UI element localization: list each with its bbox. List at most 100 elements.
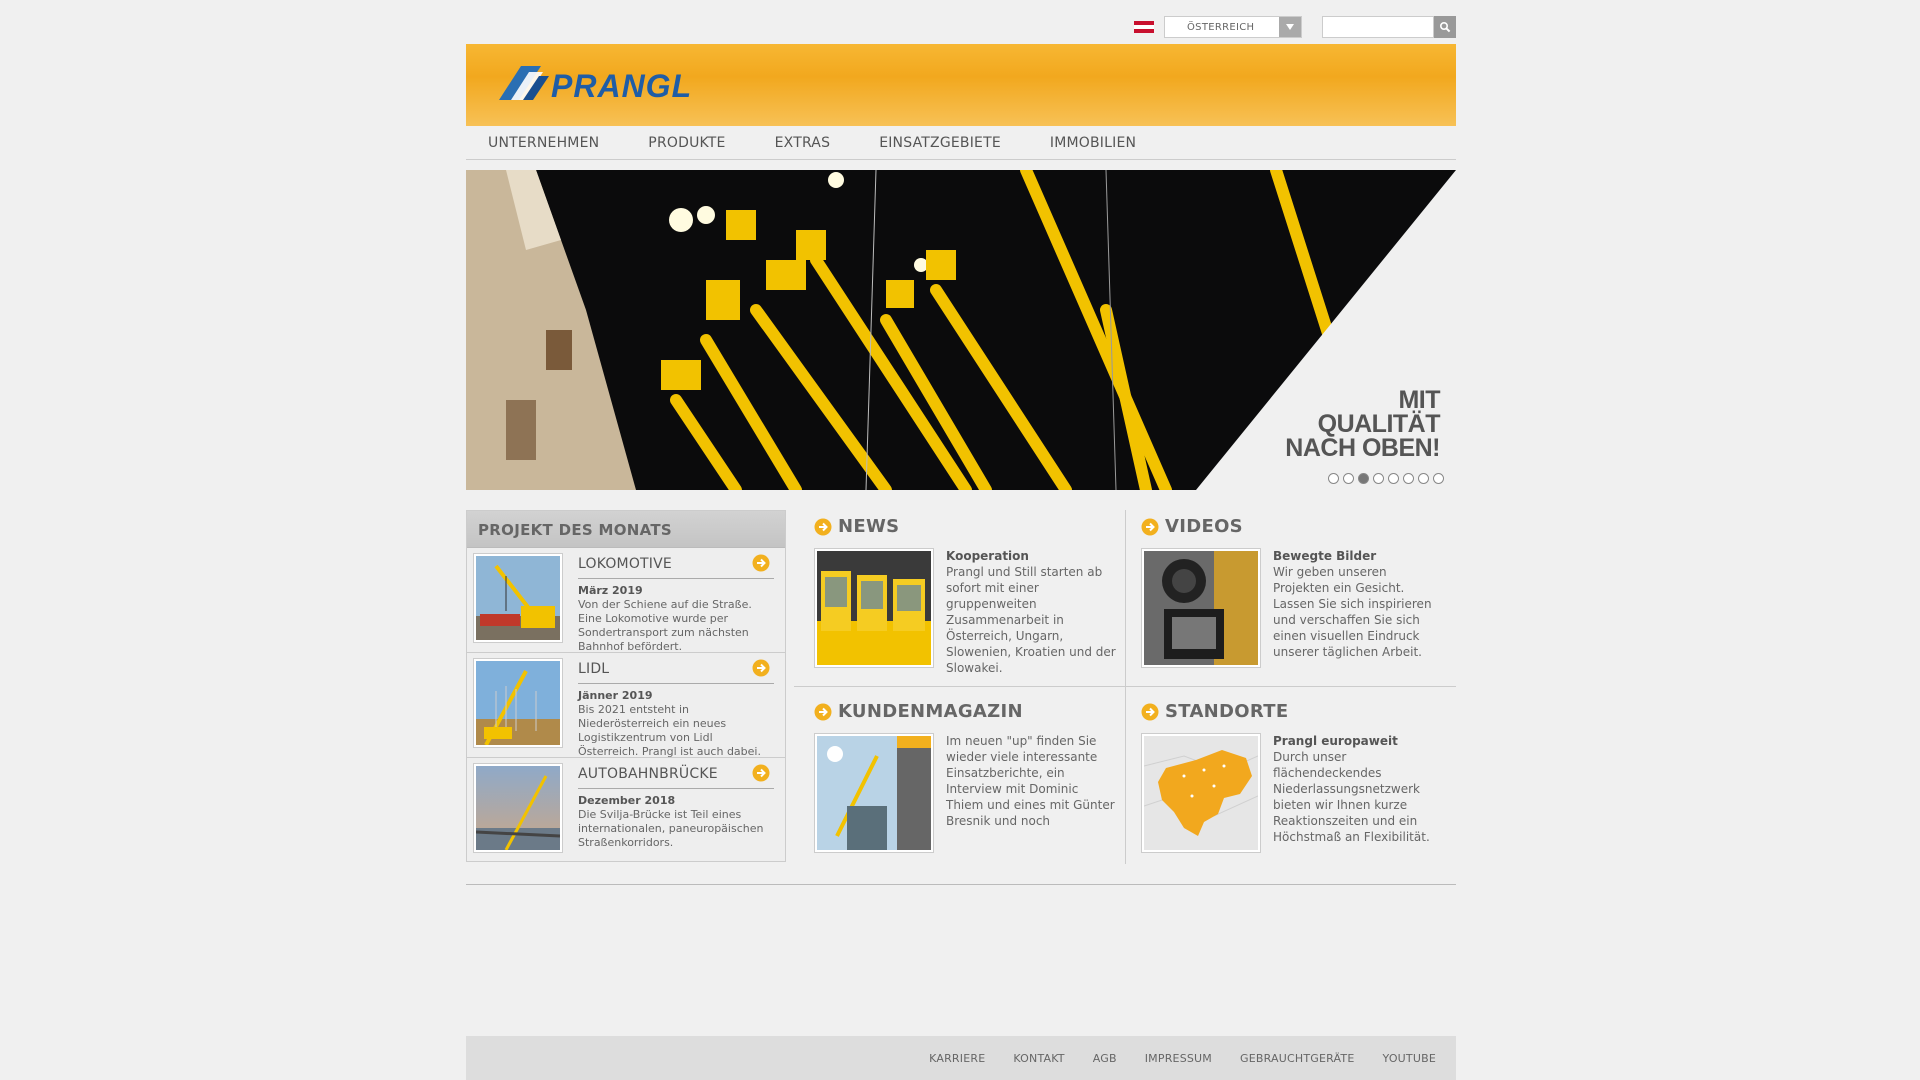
standorte-thumbnail[interactable] bbox=[1141, 733, 1261, 853]
slider-pagination bbox=[1328, 473, 1444, 484]
search-button[interactable] bbox=[1434, 16, 1456, 38]
slider-dot[interactable] bbox=[1388, 473, 1399, 484]
nav-item-einsatzgebiete[interactable]: EINSATZGEBIETE bbox=[879, 135, 1001, 151]
main-nav: UNTERNEHMEN PRODUKTE EXTRAS EINSATZGEBIE… bbox=[466, 126, 1456, 160]
nav-item-extras[interactable]: EXTRAS bbox=[775, 135, 831, 151]
videos-heading-label: VIDEOS bbox=[1165, 516, 1243, 537]
slider-dot[interactable] bbox=[1373, 473, 1384, 484]
videos-thumbnail[interactable] bbox=[1141, 548, 1261, 668]
footer-link-kontakt[interactable]: KONTAKT bbox=[1013, 1052, 1064, 1065]
lidl-image bbox=[476, 661, 560, 746]
projekt-thumbnail[interactable] bbox=[473, 763, 563, 853]
projekt-item-text: Von der Schiene auf die Straße. Eine Lok… bbox=[578, 598, 752, 653]
standorte-title[interactable]: Prangl europaweit bbox=[1273, 733, 1443, 749]
projekt-item-text: Die Svilja-Brücke ist Teil eines interna… bbox=[578, 808, 764, 849]
projekt-item[interactable]: AUTOBAHNBRÜCKE Dezember 2018 Die Svilja-… bbox=[467, 758, 785, 863]
projekt-item[interactable]: LOKOMOTIVE März 2019 Von der Schiene auf… bbox=[467, 548, 785, 653]
logo-mark-icon: PRANGL bbox=[499, 66, 692, 104]
slider-dot[interactable] bbox=[1328, 473, 1339, 484]
projekt-item[interactable]: LIDL Jänner 2019 Bis 2021 entsteht in Ni… bbox=[467, 653, 785, 758]
projekt-thumbnail[interactable] bbox=[473, 553, 563, 643]
teaser-grid: NEWS Kooperation Prangl und Still starte… bbox=[794, 510, 1456, 865]
arrow-right-icon[interactable] bbox=[752, 554, 770, 572]
videos-heading[interactable]: VIDEOS bbox=[1141, 516, 1243, 537]
videos-text: Bewegte Bilder Wir geben unseren Projekt… bbox=[1273, 548, 1443, 660]
slider-dot[interactable] bbox=[1403, 473, 1414, 484]
kundenmagazin-body: Im neuen "up" finden Sie wieder viele in… bbox=[946, 734, 1115, 828]
country-select-value: ÖSTERREICH bbox=[1187, 21, 1255, 33]
standorte-text: Prangl europaweit Durch unser flächendec… bbox=[1273, 733, 1443, 845]
news-thumbnail[interactable] bbox=[814, 548, 934, 668]
projekt-item-text: Bis 2021 entsteht in Niederösterreich ei… bbox=[578, 703, 761, 758]
news-body: Prangl und Still starten ab sofort mit e… bbox=[946, 565, 1116, 675]
slider-dot-active[interactable] bbox=[1358, 473, 1369, 484]
slogan-line-2: QUALITÄT bbox=[1317, 410, 1441, 438]
standorte-body: Durch unser flächendeckendes Niederlassu… bbox=[1273, 750, 1430, 844]
site-header: PRANGL bbox=[466, 44, 1456, 126]
top-bar: ÖSTERREICH bbox=[1134, 16, 1456, 39]
kundenmagazin-text: Im neuen "up" finden Sie wieder viele in… bbox=[946, 733, 1116, 829]
projekt-heading: PROJEKT DES MONATS bbox=[467, 511, 785, 548]
kundenmagazin-thumbnail[interactable] bbox=[814, 733, 934, 853]
videos-title[interactable]: Bewegte Bilder bbox=[1273, 548, 1443, 564]
forklifts-image bbox=[817, 551, 931, 665]
standorte-heading-label: STANDORTE bbox=[1165, 701, 1289, 722]
content-divider bbox=[466, 884, 1456, 885]
standorte-teaser: STANDORTE Prangl europaweit Durch unser … bbox=[1127, 695, 1455, 865]
camera-image bbox=[1144, 551, 1258, 665]
slogan-line-1: MIT bbox=[1398, 386, 1440, 414]
arrow-right-icon[interactable] bbox=[752, 659, 770, 677]
country-select[interactable]: ÖSTERREICH bbox=[1164, 16, 1302, 38]
projekt-item-title[interactable]: AUTOBAHNBRÜCKE bbox=[578, 766, 774, 789]
nav-item-produkte[interactable]: PRODUKTE bbox=[648, 135, 725, 151]
videos-teaser: VIDEOS Bewegte Bilder Wir geben unseren … bbox=[1127, 510, 1455, 686]
austria-flag-icon[interactable] bbox=[1134, 21, 1154, 33]
slider-dot[interactable] bbox=[1418, 473, 1429, 484]
news-heading[interactable]: NEWS bbox=[814, 516, 899, 537]
site-footer: KARRIERE KONTAKT AGB IMPRESSUM GEBRAUCHT… bbox=[466, 1036, 1456, 1080]
footer-link-youtube[interactable]: YOUTUBE bbox=[1383, 1052, 1437, 1065]
hero-banner[interactable]: MIT QUALITÄT NACH OBEN! bbox=[466, 170, 1456, 490]
svg-text:PRANGL: PRANGL bbox=[551, 68, 692, 102]
news-text: Kooperation Prangl und Still starten ab … bbox=[946, 548, 1116, 676]
search-field[interactable] bbox=[1322, 16, 1434, 39]
kundenmagazin-teaser: KUNDENMAGAZIN Im neuen "up" finden Sie w… bbox=[800, 695, 1128, 865]
projekt-item-date: Jänner 2019 bbox=[578, 689, 653, 702]
hero-slogan: MIT QUALITÄT NACH OBEN! bbox=[1285, 386, 1441, 462]
footer-link-agb[interactable]: AGB bbox=[1093, 1052, 1117, 1065]
standorte-heading[interactable]: STANDORTE bbox=[1141, 701, 1288, 722]
arrow-right-icon bbox=[1141, 703, 1159, 720]
projekt-item-date: März 2019 bbox=[578, 584, 643, 597]
kundenmagazin-heading[interactable]: KUNDENMAGAZIN bbox=[814, 701, 1023, 722]
autobahnbruecke-image bbox=[475, 766, 561, 851]
projekt-item-title[interactable]: LOKOMOTIVE bbox=[578, 556, 774, 579]
footer-link-impressum[interactable]: IMPRESSUM bbox=[1145, 1052, 1212, 1065]
nav-item-unternehmen[interactable]: UNTERNEHMEN bbox=[488, 135, 599, 151]
kundenmagazin-heading-label: KUNDENMAGAZIN bbox=[838, 701, 1023, 722]
prangl-logo[interactable]: PRANGL bbox=[499, 66, 725, 104]
search-icon bbox=[1439, 21, 1451, 33]
news-heading-label: NEWS bbox=[838, 516, 900, 537]
nav-item-immobilien[interactable]: IMMOBILIEN bbox=[1050, 135, 1136, 151]
videos-body: Wir geben unseren Projekten ein Gesicht.… bbox=[1273, 565, 1432, 659]
slogan-line-3: NACH OBEN! bbox=[1285, 434, 1440, 462]
news-title[interactable]: Kooperation bbox=[946, 548, 1116, 564]
grid-divider-horizontal bbox=[794, 686, 1456, 687]
chevron-down-icon[interactable] bbox=[1279, 17, 1301, 37]
arrow-right-icon[interactable] bbox=[752, 764, 770, 782]
search-input[interactable] bbox=[1323, 19, 1433, 39]
slider-dot[interactable] bbox=[1433, 473, 1444, 484]
footer-link-gebrauchtgeraete[interactable]: GEBRAUCHTGERÄTE bbox=[1240, 1052, 1354, 1065]
arrow-right-icon bbox=[814, 518, 832, 535]
projekt-thumbnail[interactable] bbox=[473, 658, 563, 748]
slider-dot[interactable] bbox=[1343, 473, 1354, 484]
footer-link-karriere[interactable]: KARRIERE bbox=[929, 1052, 985, 1065]
arrow-right-icon bbox=[1141, 518, 1159, 535]
magazine-cover-image bbox=[817, 736, 931, 850]
europe-map-image bbox=[1143, 736, 1259, 850]
projekt-item-date: Dezember 2018 bbox=[578, 794, 676, 807]
lokomotive-image bbox=[476, 556, 560, 640]
projekt-item-title[interactable]: LIDL bbox=[578, 661, 774, 684]
news-teaser: NEWS Kooperation Prangl und Still starte… bbox=[800, 510, 1128, 686]
arrow-right-icon bbox=[814, 703, 832, 720]
